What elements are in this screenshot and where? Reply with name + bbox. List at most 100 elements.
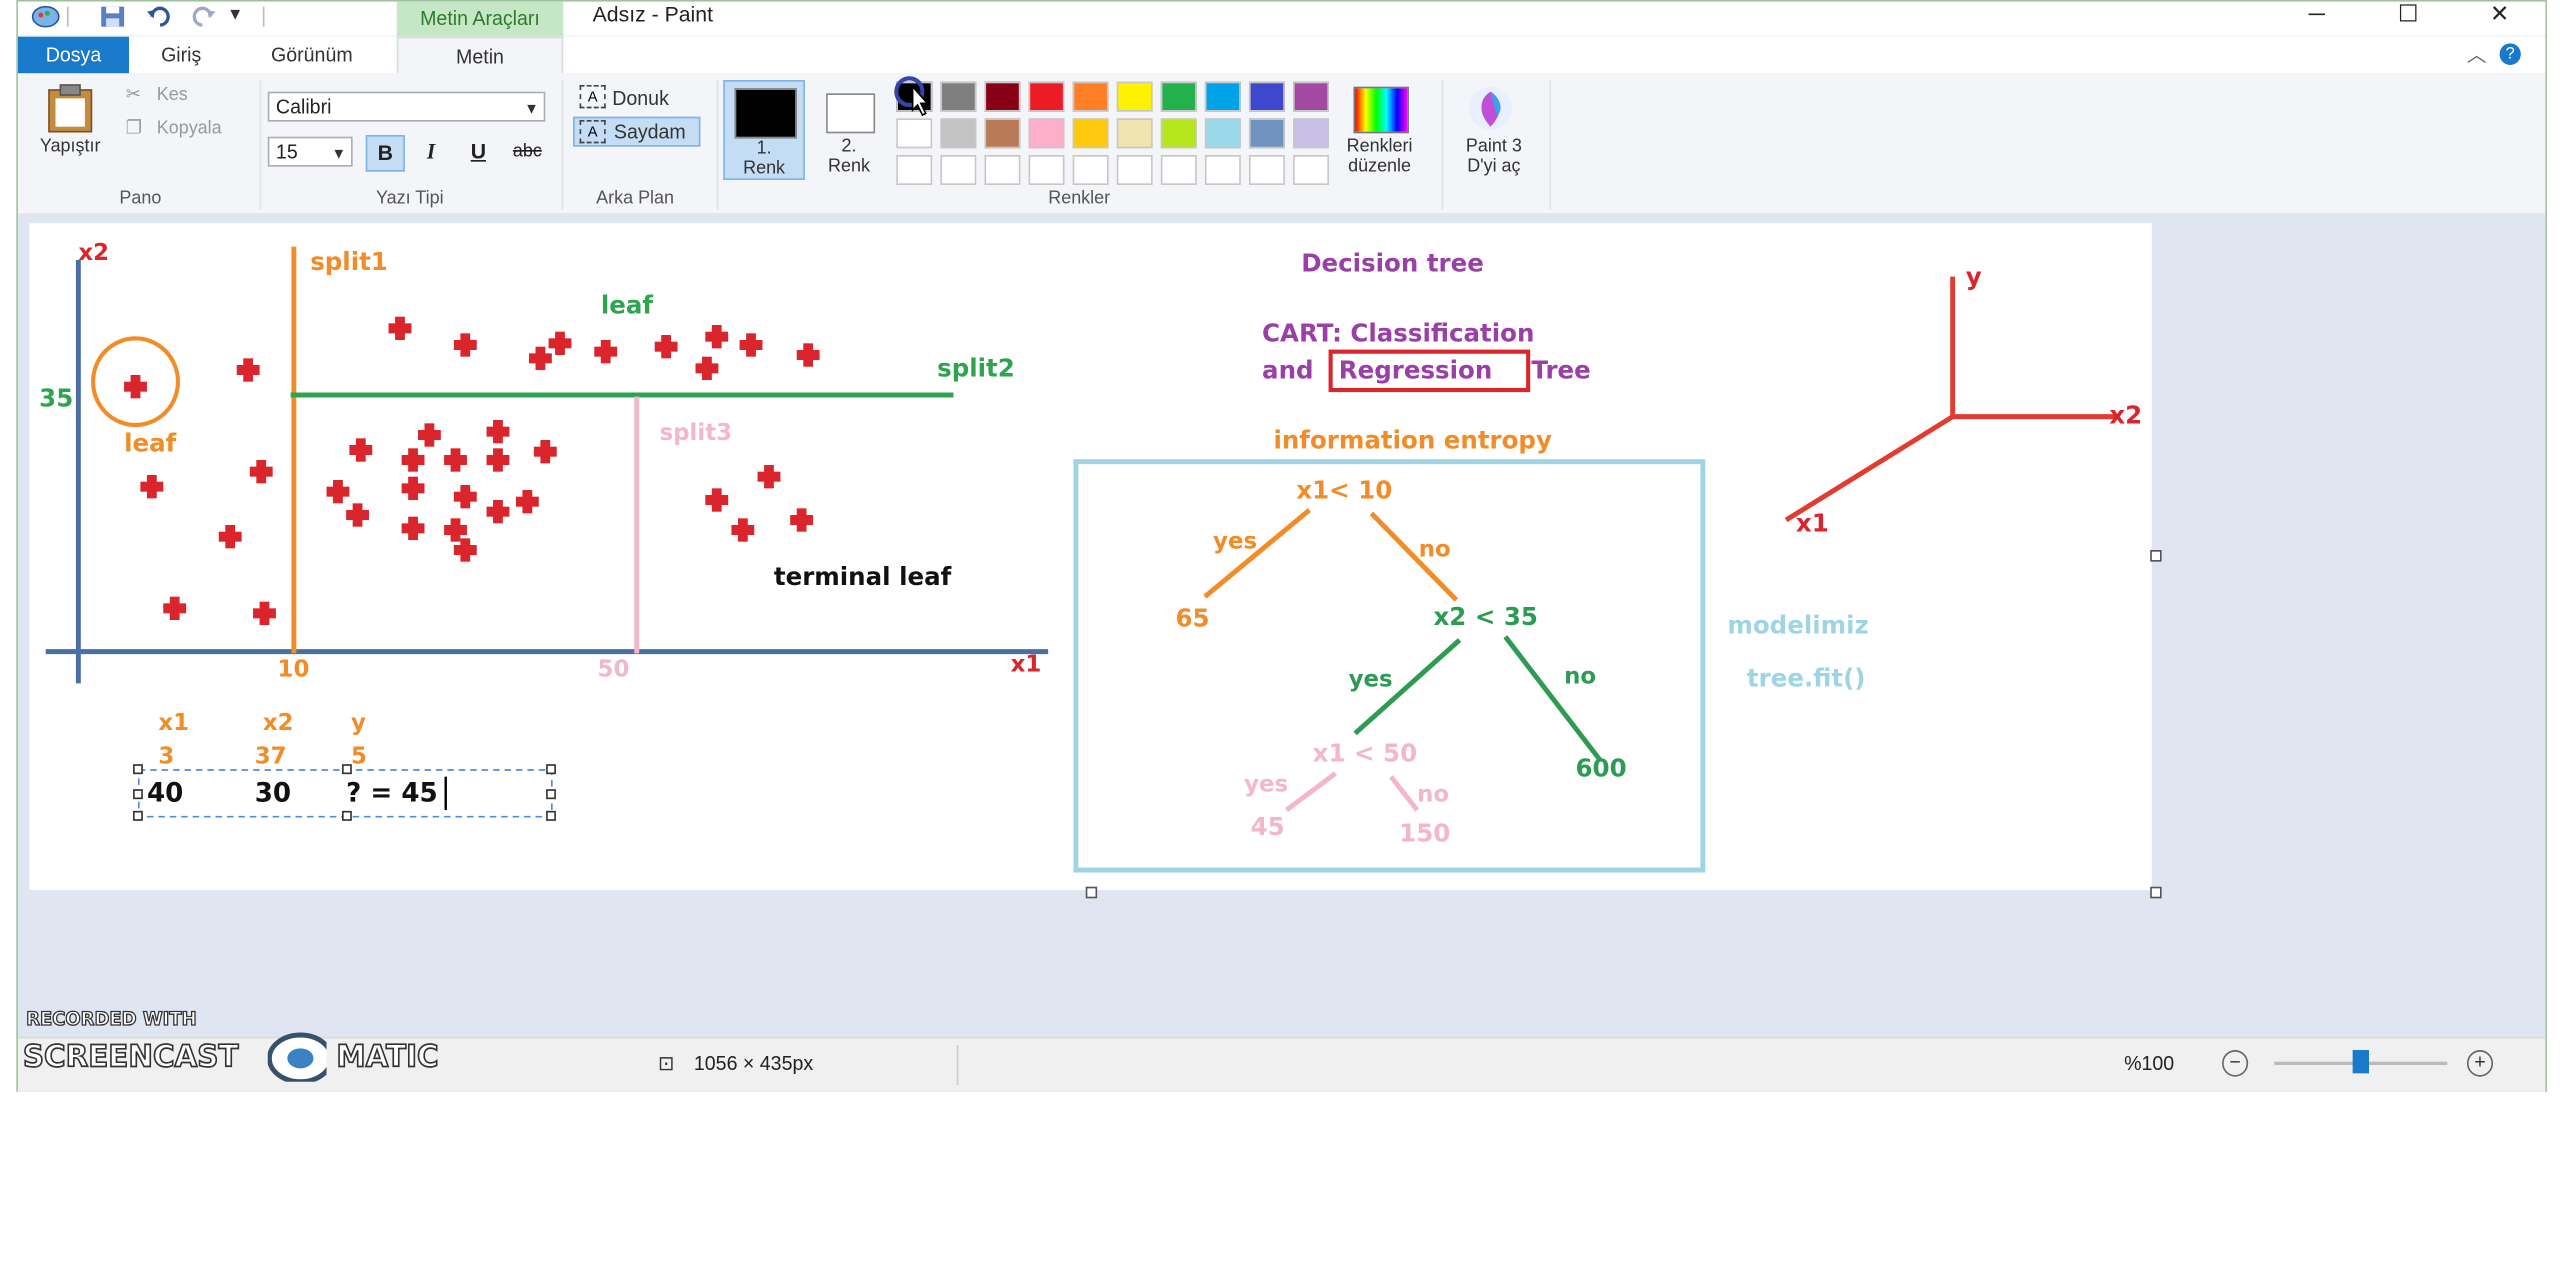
data-point [515,490,539,514]
tab-metin[interactable]: Metin [396,36,564,74]
palette-swatch[interactable] [984,155,1021,186]
paint-window: ▾ Metin Araçları Adsız - Paint ─ ☐ ✕ Dos… [16,0,2547,1092]
copy-button[interactable]: Kopyala [157,118,222,138]
tree-node-x2: x2 < 35 [1433,601,1538,632]
data-point [548,331,572,356]
italic-button[interactable]: I [413,135,449,168]
watermark-screencast: SCREENCAST [22,1039,239,1076]
palette-swatch[interactable] [1160,81,1197,112]
palette-swatch[interactable] [896,155,933,186]
textbox-value-x1[interactable]: 40 [147,777,183,809]
palette-swatch[interactable] [1204,155,1241,186]
palette-swatch[interactable] [1072,118,1109,149]
palette-swatch[interactable] [1248,118,1285,149]
palette-swatch[interactable] [940,118,977,149]
edit-colors-label-1[interactable]: Renkleri [1324,137,1435,157]
cart-and: and [1262,355,1314,386]
table-header-x1: x1 [158,710,190,737]
tab-gorunum[interactable]: Görünüm [247,37,378,74]
maximize-button[interactable]: ☐ [2372,2,2444,29]
palette-swatch[interactable] [1248,81,1285,112]
opaque-option[interactable]: A Donuk [576,83,703,113]
palette-swatch[interactable] [940,81,977,112]
undo-icon[interactable] [145,5,174,33]
cut-button[interactable]: Kes [157,85,188,105]
palette-swatch[interactable] [1116,81,1153,112]
edit-colors-icon [1353,86,1409,134]
status-separator [956,1045,959,1086]
transparent-option[interactable]: A Saydam [573,116,701,147]
axis3d-y-label: y [1965,261,1982,292]
tree-no-1: no [1418,536,1451,564]
table-cell-x2: 37 [254,743,287,771]
minimize-button[interactable]: ─ [2281,2,2353,29]
data-point [486,420,510,444]
data-point [236,358,260,382]
palette-swatch[interactable] [1204,81,1241,112]
palette-swatch[interactable] [1072,81,1109,112]
palette-swatch[interactable] [1116,118,1153,149]
palette-swatch[interactable] [1028,118,1065,149]
tree-leaf-45: 45 [1250,811,1285,842]
redo-icon[interactable] [188,5,217,33]
color1-swatch [734,88,797,139]
palette-swatch[interactable] [940,155,977,186]
palette-swatch[interactable] [1204,118,1241,149]
data-point [731,518,755,542]
paint3d-label-1[interactable]: Paint 3 [1442,137,1546,157]
canvas-resize-handle-corner[interactable] [2150,886,2162,899]
data-point [533,440,557,464]
data-point [349,438,373,462]
data-point [163,596,187,621]
paint3d-label-2[interactable]: D'yi aç [1442,157,1546,177]
canvas-resize-handle-right[interactable] [2150,550,2162,562]
palette-swatch[interactable] [1248,155,1285,186]
font-size-select[interactable]: 15 ▼ [267,136,353,167]
copy-icon: ❐ [125,118,142,139]
palette-swatch[interactable] [1028,81,1065,112]
textbox-value-y[interactable]: ? = 45 [346,777,438,809]
transparent-icon: A [579,120,606,144]
underline-button[interactable]: U [460,135,496,168]
palette-swatch[interactable] [984,81,1021,112]
data-point [739,333,763,357]
font-family-select[interactable]: Calibri ▼ [267,91,546,122]
canvas-resize-handle-bottom[interactable] [1085,886,1098,899]
zoom-out-button[interactable]: − [2222,1050,2249,1077]
tab-dosya[interactable]: Dosya [17,36,129,74]
palette-swatch[interactable] [1293,81,1329,112]
table-header-x2: x2 [262,710,294,737]
data-point [796,343,820,367]
modelimiz-label: modelimiz [1727,610,1869,641]
palette-swatch[interactable] [1160,155,1197,186]
chevron-down-icon: ▼ [524,100,539,117]
help-icon[interactable]: ? [2499,43,2521,66]
information-entropy-label: information entropy [1273,425,1552,456]
paste-button[interactable]: Yapıştır [31,137,109,157]
color1-button[interactable]: 1. Renk [723,80,805,181]
transparent-label: Saydam [613,120,686,144]
title-bar: ▾ Metin Araçları Adsız - Paint ─ ☐ ✕ [17,1,2546,37]
palette-swatch[interactable] [1072,155,1109,186]
zoom-in-button[interactable]: + [2466,1050,2494,1077]
tree-node-x1-50: x1 < 50 [1312,738,1418,769]
color2-button[interactable]: 2. Renk [810,80,888,180]
qa-separator [66,6,69,27]
save-icon[interactable] [100,5,126,33]
close-button[interactable]: ✕ [2464,2,2536,29]
drawing-canvas[interactable]: x2 split1 leaf split2 35 leaf split3 ter… [29,223,2152,891]
strikethrough-button[interactable]: abc [508,135,547,168]
collapse-ribbon-icon[interactable]: ︿ [2467,40,2487,68]
data-point [388,316,412,341]
palette-swatch[interactable] [984,118,1021,149]
edit-colors-label-2[interactable]: düzenle [1324,157,1435,177]
palette-swatch[interactable] [1160,118,1197,149]
zoom-slider-thumb[interactable] [2352,1050,2369,1074]
palette-swatch[interactable] [1116,155,1153,186]
data-point [401,476,425,501]
palette-swatch[interactable] [1028,155,1065,186]
tab-giris[interactable]: Giriş [149,37,214,74]
bold-button[interactable]: B [365,135,405,172]
customize-qa-icon[interactable]: ▾ [230,2,240,25]
textbox-value-x2[interactable]: 30 [255,777,291,809]
